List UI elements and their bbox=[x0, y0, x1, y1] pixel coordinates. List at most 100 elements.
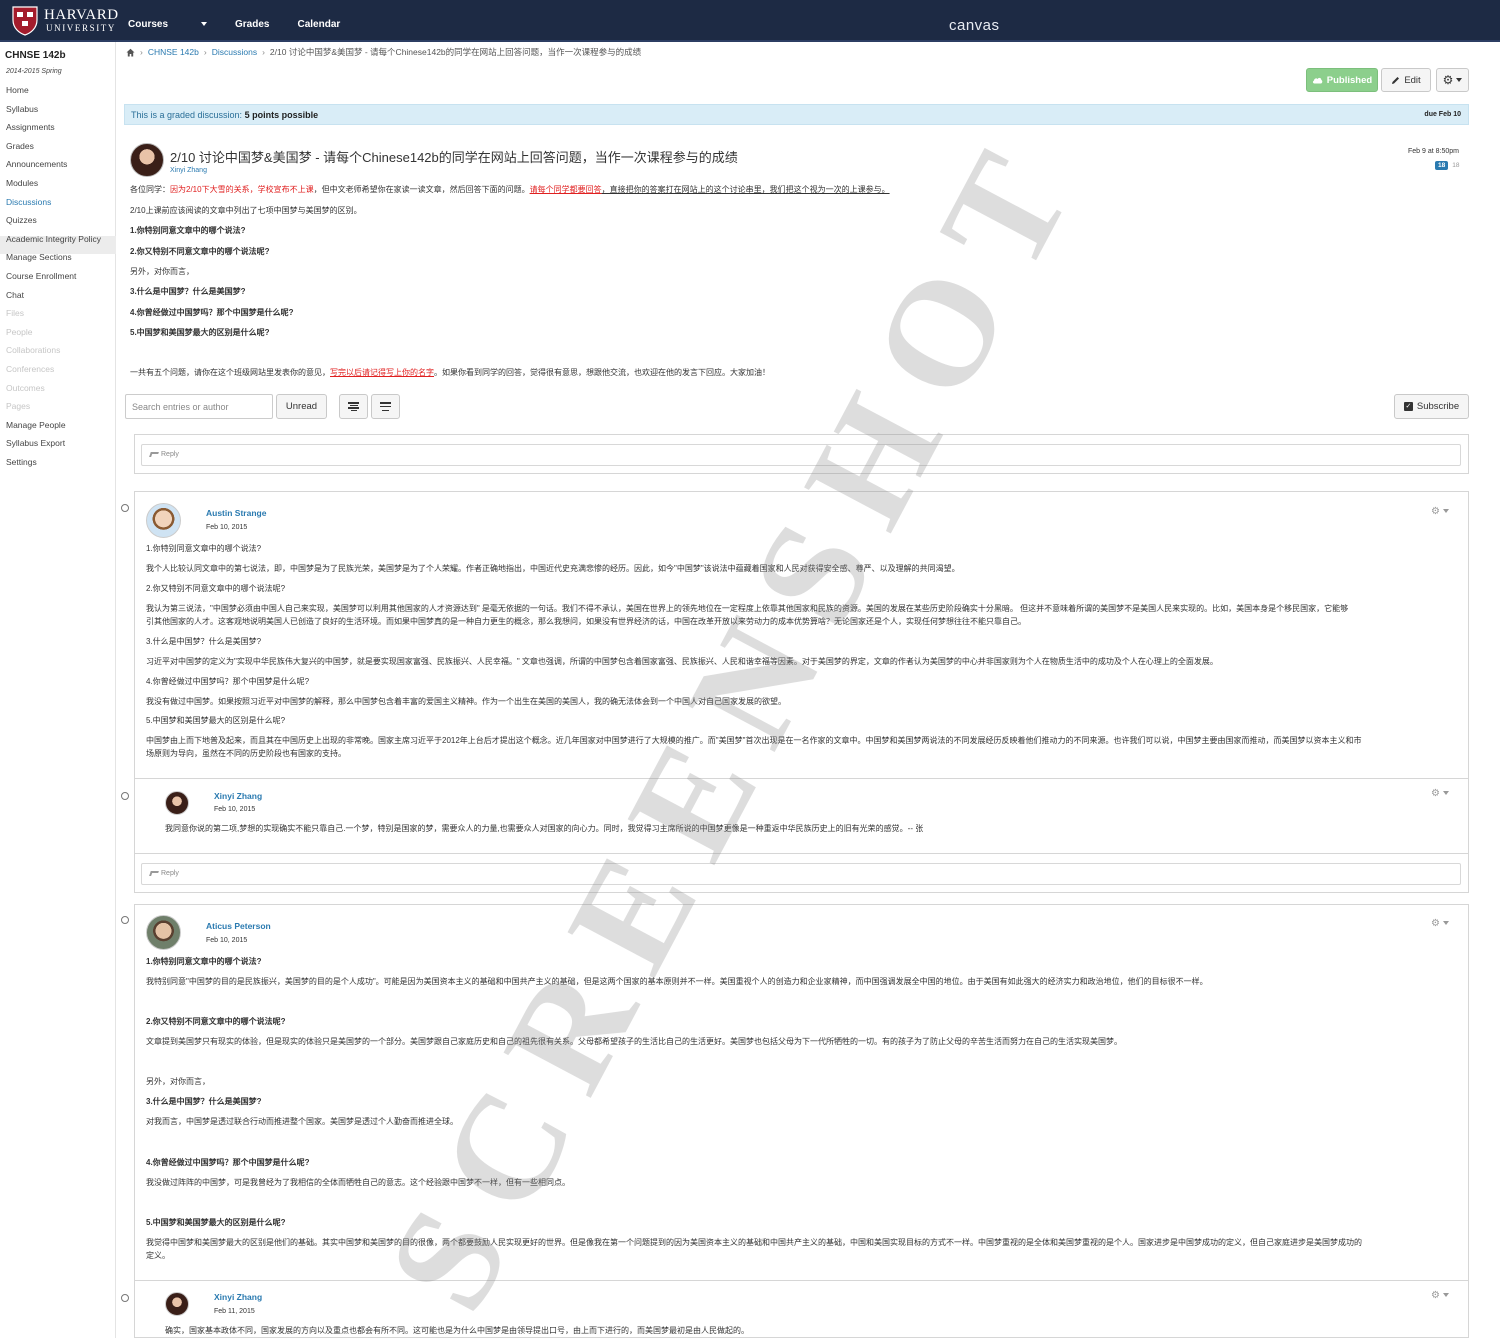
breadcrumb-current: 2/10 讨论中国梦&美国梦 - 请每个Chinese142b的同学在网站上回答… bbox=[269, 47, 642, 57]
topic-author[interactable]: Xinyi Zhang bbox=[170, 167, 207, 174]
question-text: 2.你又特别不同意文章中的哪个说法呢? bbox=[146, 1017, 286, 1026]
cloud-icon bbox=[1312, 77, 1323, 84]
sidebar-item-quizzes[interactable]: Quizzes bbox=[6, 215, 37, 225]
entry-question: 1.你特别同意文章中的哪个说法? bbox=[146, 956, 262, 967]
entry-text: 定义。 bbox=[146, 1251, 170, 1260]
intro-highlight: 请每个同学都要回答 bbox=[529, 185, 602, 194]
collapse-icon bbox=[348, 402, 359, 411]
sidebar-item-discussions[interactable]: Discussions bbox=[6, 197, 51, 207]
gear-icon: ⚙ bbox=[1431, 506, 1440, 517]
read-state-indicator[interactable] bbox=[121, 504, 129, 512]
sidebar-item-manage-sections[interactable]: Manage Sections bbox=[6, 252, 72, 262]
harvard-logo[interactable]: HARVARD UNIVERSITY bbox=[12, 6, 119, 36]
subscribe-button[interactable]: ✓ Subscribe bbox=[1394, 394, 1469, 419]
sidebar-item-home[interactable]: Home bbox=[6, 85, 29, 95]
avatar[interactable] bbox=[146, 915, 181, 950]
logo-line-1: HARVARD bbox=[44, 7, 119, 23]
closing-highlight: 写完以后请记得写上你的名字 bbox=[330, 368, 434, 377]
read-state-indicator[interactable] bbox=[121, 916, 129, 924]
topic-intro: 各位同学：因为2/10下大雪的关系，学校宣布不上课，但中文老师希望你在家读一读文… bbox=[130, 184, 890, 195]
sidebar-item-settings[interactable]: Settings bbox=[6, 457, 37, 467]
avatar[interactable] bbox=[165, 791, 189, 815]
reply-box[interactable]: Reply bbox=[141, 444, 1461, 466]
entry-gear-menu[interactable]: ⚙ bbox=[1431, 506, 1449, 517]
avatar[interactable] bbox=[130, 143, 164, 177]
reply-count: 18 18 bbox=[1435, 161, 1459, 170]
entry-text: 我没有做过中国梦。如果按照习近平对中国梦的解释，那么中国梦包含着丰富的爱国主义精… bbox=[146, 697, 786, 706]
sidebar-item-syllabus[interactable]: Syllabus bbox=[6, 104, 38, 114]
entry-question: 4.你曾经做过中国梦吗？那个中国梦是什么呢? bbox=[146, 1157, 310, 1168]
sidebar-item-manage-people[interactable]: Manage People bbox=[6, 420, 66, 430]
reply-text: 确实，国家基本政体不同，国家发展的方向以及重点也都会有所不同。这可能也是为什么中… bbox=[165, 1326, 749, 1335]
due-date: due Feb 10 bbox=[1424, 111, 1461, 118]
read-state-indicator[interactable] bbox=[121, 792, 129, 800]
search-input[interactable]: Search entries or author bbox=[125, 394, 273, 419]
reply-icon bbox=[149, 451, 159, 457]
topic-question: 3.什么是中国梦？什么是美国梦? bbox=[130, 286, 246, 297]
entry-text: 引其他国家的人才。这客观地说明美国人已创造了良好的生活环境。而如果中国梦真的是一… bbox=[146, 617, 1026, 626]
question-text: 5.中国梦和美国梦最大的区别是什么呢? bbox=[146, 1218, 286, 1227]
breadcrumb-separator: › bbox=[262, 47, 265, 57]
intro-highlight: 因为2/10下大雪的关系，学校宣布不上课 bbox=[170, 185, 314, 194]
sidebar-item-syllabus-export[interactable]: Syllabus Export bbox=[6, 438, 65, 448]
entry-text: 我个人比较认同文章中的第七说法，即，中国梦是为了民族光荣，美国梦是为了个人荣耀。… bbox=[146, 564, 960, 573]
question-text: 4.你曾经做过中国梦吗？那个中国梦是什么呢? bbox=[130, 308, 294, 317]
sidebar-item-files: Files bbox=[6, 308, 24, 319]
sidebar-item-course-enrollment[interactable]: Course Enrollment bbox=[6, 271, 76, 281]
reply-author[interactable]: Xinyi Zhang bbox=[214, 1292, 262, 1302]
reply-box[interactable]: Reply bbox=[141, 863, 1461, 885]
question-text: 4.你曾经做过中国梦吗？那个中国梦是什么呢? bbox=[146, 1158, 310, 1167]
reply-date: Feb 11, 2015 bbox=[214, 1308, 255, 1315]
entry-question: 3.什么是中国梦？什么是美国梦? bbox=[146, 1096, 262, 1107]
reply-icon bbox=[149, 870, 159, 876]
graded-label: This is a graded discussion: bbox=[131, 110, 243, 120]
entry-text: 我特别同意"中国梦的目的是民族振兴，美国梦的目的是个人成功"。可能是因为美国资本… bbox=[146, 977, 1208, 986]
entry-author[interactable]: Aticus Peterson bbox=[206, 921, 271, 931]
breadcrumb: › CHNSE 142b › Discussions › 2/10 讨论中国梦&… bbox=[126, 46, 641, 58]
breadcrumb-course[interactable]: CHNSE 142b bbox=[148, 47, 199, 57]
chevron-down-icon bbox=[201, 22, 208, 27]
intro-underlined: ，直接把你的答案打在网站上的这个讨论串里，我们把这个视为一次的上课参与。 bbox=[601, 185, 890, 194]
sidebar-item-grades[interactable]: Grades bbox=[6, 141, 34, 151]
unread-filter-button[interactable]: Unread bbox=[276, 394, 327, 419]
edit-button[interactable]: Edit bbox=[1381, 68, 1431, 92]
nav-grades[interactable]: Grades bbox=[235, 19, 269, 30]
breadcrumb-discussions[interactable]: Discussions bbox=[212, 47, 257, 57]
home-icon[interactable] bbox=[126, 48, 135, 57]
sidebar-item-collaborations: Collaborations bbox=[6, 345, 61, 356]
reply-gear-menu[interactable]: ⚙ bbox=[1431, 788, 1449, 799]
topic-date: Feb 9 at 8:50pm bbox=[1408, 148, 1459, 155]
entry-author[interactable]: Austin Strange bbox=[206, 508, 266, 518]
sidebar-item-academic-integrity-policy[interactable]: Academic Integrity Policy bbox=[6, 234, 101, 244]
top-header: HARVARD UNIVERSITY Courses Grades Calend… bbox=[0, 0, 1500, 42]
canvas-brand: canvas bbox=[949, 17, 1000, 34]
reply-author[interactable]: Xinyi Zhang bbox=[214, 791, 262, 801]
entry-gear-menu[interactable]: ⚙ bbox=[1431, 918, 1449, 929]
breadcrumb-separator: › bbox=[140, 47, 143, 57]
gear-icon: ⚙ bbox=[1442, 73, 1454, 87]
entry-question: 5.中国梦和美国梦最大的区别是什么呢? bbox=[146, 1217, 286, 1228]
question-text: 2.你又特别不同意文章中的哪个说法呢? bbox=[130, 247, 270, 256]
closing-text: 。如果你看到同学的回答，觉得很有意思，想跟他交流，也欢迎在他的发言下回应。大家加… bbox=[434, 368, 770, 377]
entry-text: 另外，对你而言， bbox=[146, 1077, 210, 1086]
sidebar-item-chat[interactable]: Chat bbox=[6, 290, 24, 300]
reply-gear-menu[interactable]: ⚙ bbox=[1431, 1290, 1449, 1301]
published-button[interactable]: Published bbox=[1306, 68, 1378, 92]
nav-calendar[interactable]: Calendar bbox=[297, 19, 340, 30]
subscribe-label: Subscribe bbox=[1416, 401, 1460, 412]
course-title[interactable]: CHNSE 142b bbox=[5, 50, 66, 61]
sidebar-item-assignments[interactable]: Assignments bbox=[6, 122, 55, 132]
collapse-replies-button[interactable] bbox=[339, 394, 368, 419]
question-text: 1.你特别同意文章中的哪个说法? bbox=[130, 226, 246, 235]
sidebar-item-modules[interactable]: Modules bbox=[6, 178, 38, 188]
entry-text: 1.你特别同意文章中的哪个说法? bbox=[146, 544, 262, 553]
expand-replies-button[interactable] bbox=[371, 394, 400, 419]
sidebar-item-pages: Pages bbox=[6, 401, 31, 412]
course-sidebar: CHNSE 142b 2014-2015 Spring Home Syllabus… bbox=[0, 42, 116, 1338]
sidebar-item-announcements[interactable]: Announcements bbox=[6, 159, 67, 169]
avatar[interactable] bbox=[146, 503, 181, 538]
nav-courses[interactable]: Courses bbox=[128, 19, 208, 30]
avatar[interactable] bbox=[165, 1292, 189, 1316]
read-state-indicator[interactable] bbox=[121, 1294, 129, 1302]
settings-dropdown-button[interactable]: ⚙ bbox=[1436, 68, 1469, 92]
